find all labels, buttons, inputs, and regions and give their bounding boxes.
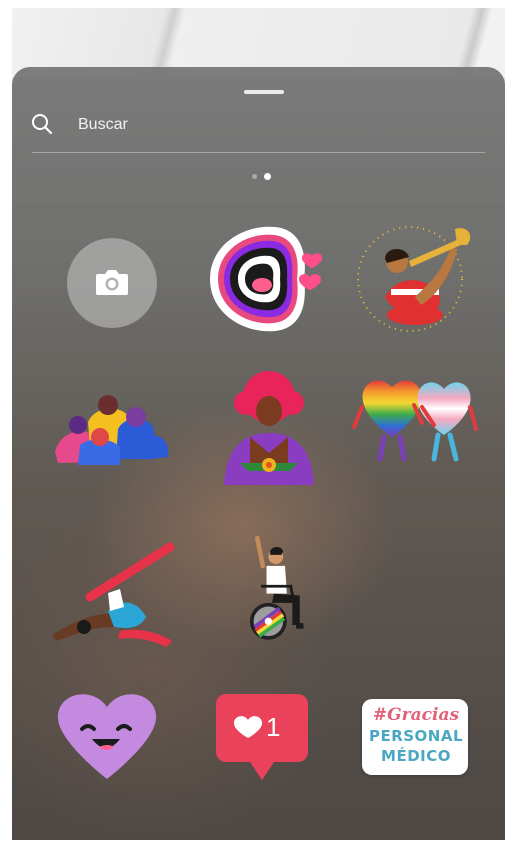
shouting-mouth-icon — [210, 226, 323, 332]
search-icon — [32, 114, 53, 135]
dancer-icon — [52, 542, 175, 647]
sticker-woman-with-flower[interactable] — [204, 367, 334, 487]
sticker-shouting-mouth[interactable] — [200, 219, 330, 339]
sticker-dancer[interactable] — [50, 537, 180, 657]
wheelchair-user-icon — [249, 535, 304, 640]
sticker-pride-hearts[interactable] — [352, 367, 482, 487]
personal-text: PERSONAL — [368, 727, 464, 745]
search-input[interactable] — [76, 112, 380, 138]
likes-count: 1 — [266, 712, 281, 742]
drag-handle[interactable] — [244, 90, 284, 94]
smiling-heart-icon — [57, 694, 157, 779]
camera-sticker-button[interactable] — [67, 238, 157, 328]
search-divider — [32, 152, 485, 153]
group-people-icon — [55, 395, 169, 465]
sticker-gracias-personal-medico[interactable]: #Gracias PERSONAL MÉDICO — [360, 697, 472, 781]
sticker-tray: 1 #Gracias PERSONAL MÉDICO — [12, 67, 505, 840]
medico-text: MÉDICO — [381, 747, 451, 765]
sticker-smiling-heart[interactable] — [52, 687, 162, 787]
gracias-text: #Gracias — [372, 705, 460, 725]
woman-flower-icon — [224, 371, 314, 485]
page-dot-2[interactable] — [264, 173, 271, 180]
screen-frame: 1 #Gracias PERSONAL MÉDICO — [12, 8, 505, 840]
page-dot-1[interactable] — [252, 174, 257, 179]
sticker-group-of-people[interactable] — [50, 367, 180, 487]
trumpet-player-icon — [357, 226, 471, 332]
camera-icon — [96, 270, 128, 295]
pride-hearts-icon — [352, 380, 478, 462]
like-bubble-icon — [216, 694, 308, 780]
sticker-like-counter[interactable]: 1 — [212, 692, 312, 786]
search-bar[interactable] — [12, 102, 505, 146]
page-indicator — [250, 171, 280, 183]
sticker-trumpet-player[interactable] — [355, 217, 485, 337]
sticker-wheelchair-user[interactable] — [220, 529, 350, 649]
